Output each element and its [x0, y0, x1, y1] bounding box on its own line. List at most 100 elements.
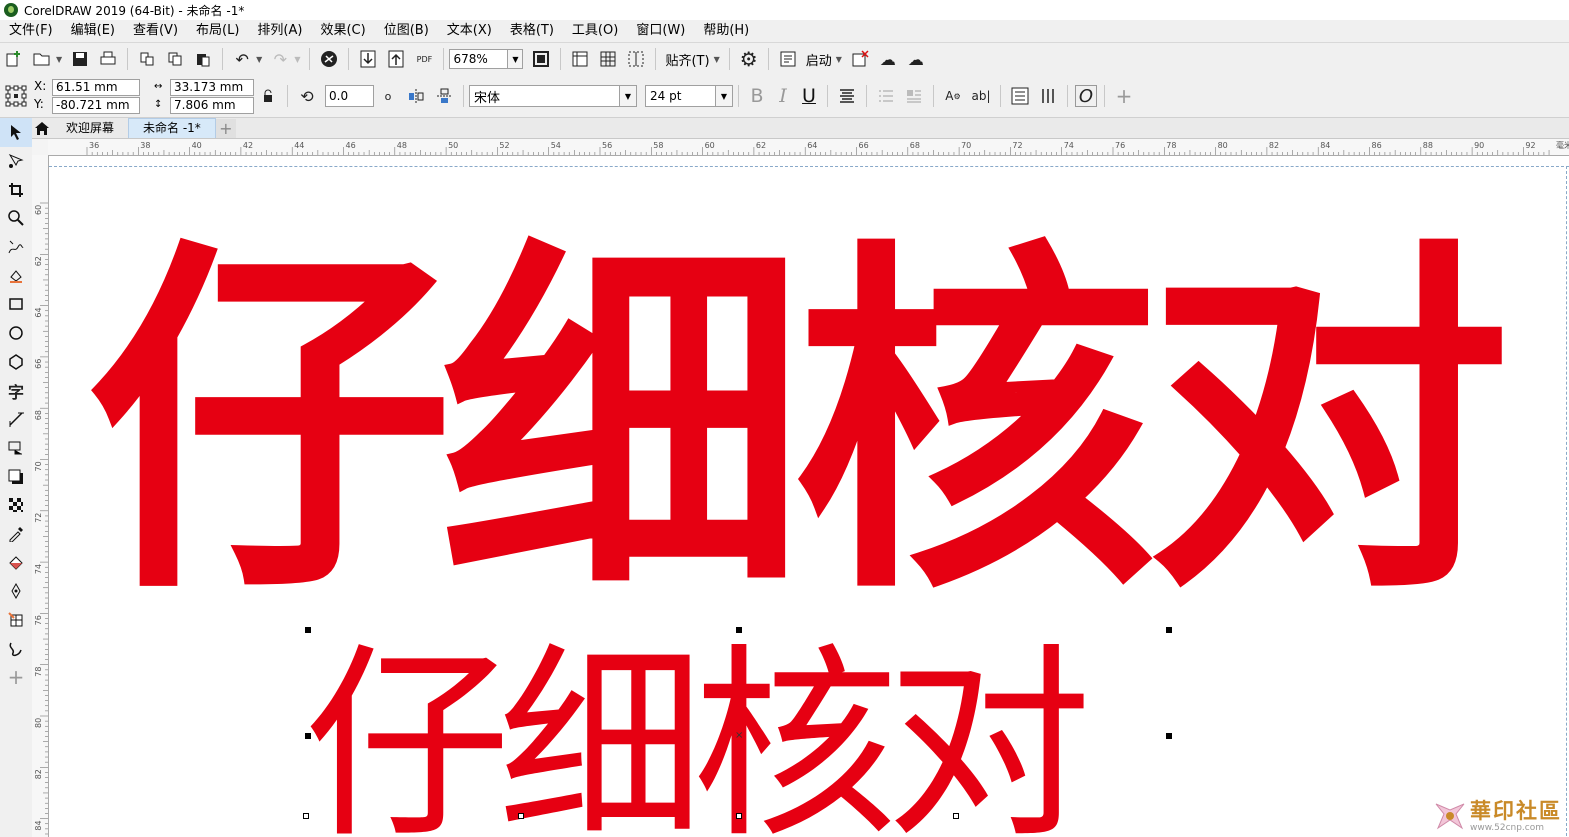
selection-handle-middle-left[interactable]: [305, 733, 311, 739]
transparency-tool-icon[interactable]: [0, 491, 32, 520]
selected-song-text-object[interactable]: 仔细核对: [304, 626, 1092, 837]
remove-from-sync-icon[interactable]: [848, 47, 872, 71]
mesh-fill-icon[interactable]: [0, 606, 32, 635]
show-grid-icon[interactable]: [596, 47, 620, 71]
cloud-upload-icon[interactable]: ☁: [876, 47, 900, 71]
interactive-fill-icon[interactable]: [0, 548, 32, 577]
bold-button[interactable]: B: [744, 85, 770, 107]
export-button[interactable]: [384, 47, 408, 71]
show-guidelines-icon[interactable]: [624, 47, 648, 71]
smear-tool-icon[interactable]: [0, 634, 32, 663]
menu-window[interactable]: 窗口(W): [627, 20, 694, 42]
horizontal-text-icon[interactable]: [1008, 84, 1032, 108]
font-list-select[interactable]: 宋体 ▼: [469, 85, 637, 107]
parallel-dimension-icon[interactable]: [0, 405, 32, 434]
polygon-tool-icon[interactable]: [0, 348, 32, 377]
snap-dropdown-icon[interactable]: ▼: [714, 55, 720, 64]
vertical-ruler[interactable]: 60 62 64 66 68 70 72 74 76 78 80 82 84: [32, 155, 49, 837]
shape-tool-icon[interactable]: [0, 147, 32, 176]
open-dropdown-icon[interactable]: ▼: [56, 55, 62, 64]
menu-bitmaps[interactable]: 位图(B): [375, 20, 438, 42]
zoom-level-select[interactable]: 678% ▼: [449, 49, 524, 69]
full-screen-preview-icon[interactable]: [529, 47, 553, 71]
menu-tools[interactable]: 工具(O): [563, 20, 627, 42]
selection-handle-middle-right[interactable]: [1166, 733, 1172, 739]
import-button[interactable]: [356, 47, 380, 71]
tab-untitled-document[interactable]: 未命名 -1*: [128, 118, 216, 138]
underline-button[interactable]: U: [796, 85, 822, 107]
menu-edit[interactable]: 编辑(E): [62, 20, 124, 42]
crop-tool-icon[interactable]: [0, 175, 32, 204]
vertical-text-icon[interactable]: [1036, 84, 1060, 108]
y-position-input[interactable]: -80.721 mm: [52, 96, 140, 114]
edit-text-icon[interactable]: ab|: [969, 84, 993, 108]
connector-tool-icon[interactable]: [0, 434, 32, 463]
add-tool-icon[interactable]: +: [0, 663, 32, 692]
drop-shadow-icon[interactable]: [0, 462, 32, 491]
selection-handle-top-right[interactable]: [1166, 627, 1172, 633]
copy-button[interactable]: [163, 47, 187, 71]
undo-icon[interactable]: ↶: [230, 47, 254, 71]
selection-handle-top-left[interactable]: [305, 627, 311, 633]
lock-ratio-icon[interactable]: [256, 84, 280, 108]
mirror-horizontal-icon[interactable]: [404, 84, 428, 108]
ellipse-tool-icon[interactable]: [0, 319, 32, 348]
quick-customize-icon[interactable]: +: [1112, 84, 1136, 108]
redo-icon[interactable]: ↷: [268, 47, 292, 71]
drawing-canvas[interactable]: 仔细核对 仔细核对 ×: [49, 156, 1569, 837]
text-node-handle[interactable]: [736, 813, 742, 819]
smart-drawing-icon[interactable]: [0, 577, 32, 606]
bullet-list-icon[interactable]: [874, 84, 898, 108]
publish-pdf-button[interactable]: PDF: [412, 47, 436, 71]
home-icon[interactable]: [32, 118, 52, 138]
snap-to-dropdown[interactable]: 贴齐(T): [661, 50, 713, 69]
menu-layout[interactable]: 布局(L): [187, 20, 248, 42]
text-tool-icon[interactable]: 字: [0, 376, 32, 405]
object-origin-icon[interactable]: [4, 84, 28, 108]
rotation-angle-input[interactable]: 0.0: [325, 85, 374, 107]
menu-effects[interactable]: 效果(C): [311, 20, 374, 42]
chevron-down-icon[interactable]: ▼: [619, 86, 636, 106]
ruler-origin-corner[interactable]: [32, 139, 49, 156]
text-node-handle[interactable]: [518, 813, 524, 819]
italic-button[interactable]: I: [770, 85, 796, 107]
rectangle-tool-icon[interactable]: [0, 290, 32, 319]
chevron-down-icon[interactable]: ▼: [715, 86, 732, 106]
text-alignment-icon[interactable]: [835, 84, 859, 108]
menu-arrange[interactable]: 排列(A): [248, 20, 311, 42]
character-formatting-icon[interactable]: A ⚙: [941, 84, 965, 108]
width-input[interactable]: 33.173 mm: [170, 78, 254, 96]
menu-text[interactable]: 文本(X): [438, 20, 501, 42]
interactive-opentype-icon[interactable]: O: [1075, 85, 1097, 107]
application-launcher-button[interactable]: 启动: [802, 50, 836, 69]
menu-file[interactable]: 文件(F): [0, 20, 62, 42]
x-position-input[interactable]: 61.51 mm: [52, 78, 140, 96]
menu-table[interactable]: 表格(T): [501, 20, 563, 42]
pick-tool-icon[interactable]: [0, 118, 32, 147]
tab-welcome-screen[interactable]: 欢迎屏幕: [52, 119, 128, 138]
smart-fill-icon[interactable]: [0, 261, 32, 290]
new-document-button[interactable]: [2, 47, 26, 71]
freehand-tool-icon[interactable]: [0, 233, 32, 262]
bold-heading-text-object[interactable]: 仔细核对: [87, 206, 1511, 646]
text-node-handle[interactable]: [953, 813, 959, 819]
open-button[interactable]: [30, 47, 54, 71]
rotation-center-icon[interactable]: ×: [735, 730, 743, 741]
menu-view[interactable]: 查看(V): [124, 20, 187, 42]
search-content-icon[interactable]: [317, 47, 341, 71]
print-button[interactable]: [96, 47, 120, 71]
chevron-down-icon[interactable]: ▼: [507, 50, 523, 68]
application-launcher-icon[interactable]: [776, 47, 800, 71]
eyedropper-icon[interactable]: [0, 520, 32, 549]
paste-button[interactable]: [191, 47, 215, 71]
options-gear-icon[interactable]: ⚙: [737, 47, 761, 71]
launcher-dropdown-icon[interactable]: ▼: [836, 55, 842, 64]
show-rulers-icon[interactable]: [568, 47, 592, 71]
menu-help[interactable]: 帮助(H): [694, 20, 758, 42]
mirror-vertical-icon[interactable]: [432, 84, 456, 108]
horizontal-ruler[interactable]: 36 38 40 42 44 46 48 50 52 54 56 58 60 62 64 66 68 70 72 74…: [48, 139, 1569, 156]
cut-button[interactable]: [135, 47, 159, 71]
drop-cap-icon[interactable]: [902, 84, 926, 108]
text-node-handle[interactable]: [303, 813, 309, 819]
font-size-select[interactable]: 24 pt ▼: [645, 85, 733, 107]
